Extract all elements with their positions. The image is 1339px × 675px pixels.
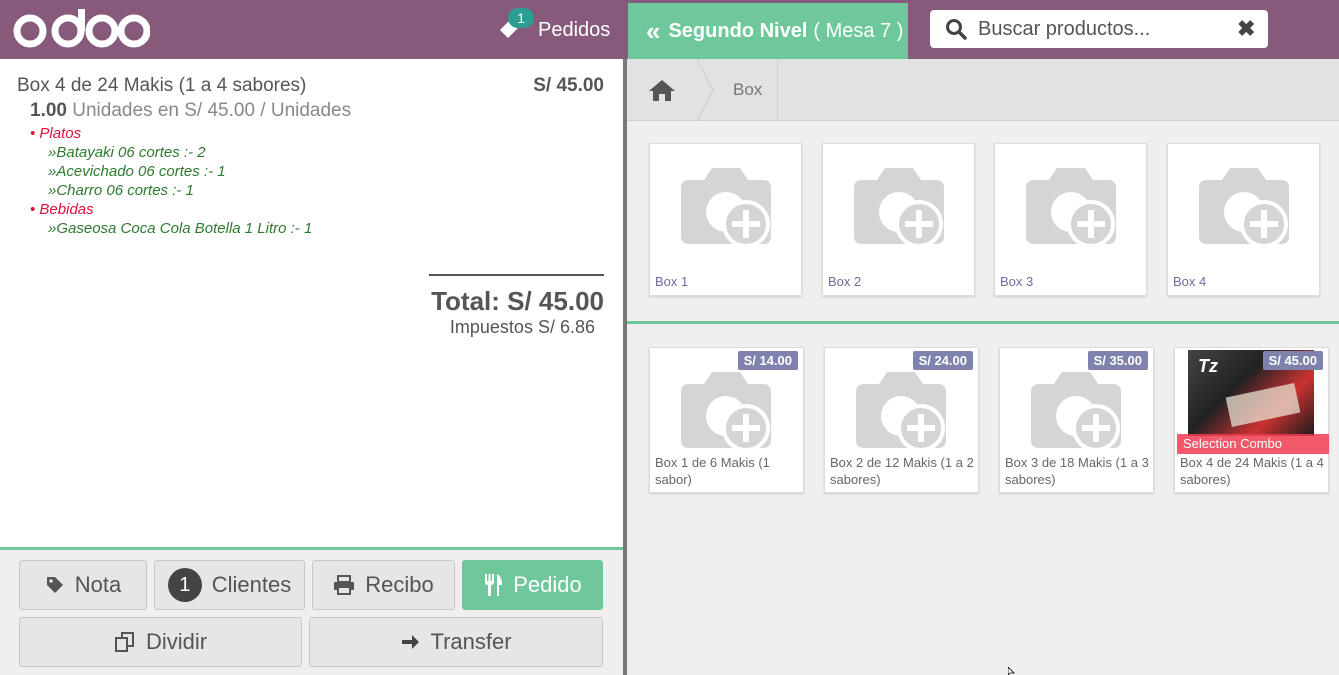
category-name: Box 4 (1173, 274, 1207, 289)
breadcrumb: Box (627, 59, 1339, 121)
transfer-button[interactable]: Transfer (309, 617, 603, 667)
order-submit-label: Pedido (513, 572, 582, 597)
home-icon (649, 80, 675, 101)
print-icon (334, 575, 355, 595)
product-name: Box 1 de 6 Makis (1 sabor) (655, 455, 770, 487)
receipt-button[interactable]: Recibo (312, 560, 455, 610)
floor-level: Segundo Nivel (668, 19, 808, 42)
combo-details: • Platos »Batayaki 06 cortes :- 2 »Acevi… (30, 124, 312, 238)
add-photo-icon (1026, 168, 1116, 248)
breadcrumb-divider (777, 59, 778, 121)
product-card[interactable]: S/ 14.00 Box 1 de 6 Makis (1 sabor) (649, 347, 804, 493)
breadcrumb-item-box[interactable]: Box (733, 59, 762, 121)
product-name: Box 4 de 24 Makis (1 a 4 sabores) (1180, 455, 1324, 487)
double-chevron-left-icon: « (646, 15, 661, 46)
clear-search-icon[interactable]: ✖ (1237, 16, 1255, 42)
product-search: ✖ (930, 10, 1268, 48)
product-card[interactable]: S/ 35.00 Box 3 de 18 Makis (1 a 3 sabore… (999, 347, 1154, 493)
floor-back-button[interactable]: « Segundo Nivel ( Mesa 7 ) (628, 3, 908, 59)
category-name: Box 3 (1000, 274, 1034, 289)
arrow-right-icon (402, 635, 420, 649)
tag-icon (46, 577, 63, 593)
mouse-cursor-icon (1008, 667, 1015, 675)
product-name: Box 2 de 12 Makis (1 a 2 sabores) (830, 455, 974, 487)
top-bar: 1 Pedidos « Segundo Nivel ( Mesa 7 ) ✖ (0, 0, 1339, 59)
add-photo-icon (681, 168, 771, 248)
combo-item: »Acevichado 06 cortes :- 1 (48, 163, 226, 180)
combo-item: »Charro 06 cortes :- 1 (48, 182, 194, 199)
pane-divider (623, 59, 627, 675)
search-input[interactable] (978, 17, 1233, 41)
order-taxes: Impuestos S/ 6.86 (449, 317, 595, 337)
table-label: ( Mesa 7 ) (813, 19, 904, 42)
ticket-icon: 1 (496, 8, 534, 44)
breadcrumb-home[interactable] (627, 59, 697, 121)
category-card[interactable]: Box 2 (822, 143, 975, 296)
customers-count: 1 (167, 568, 202, 602)
orderline-qty: 1.00 (30, 100, 67, 121)
add-photo-icon (854, 168, 944, 248)
split-label: Dividir (145, 629, 208, 654)
note-button[interactable]: Nota (19, 560, 147, 610)
control-buttons: Nota 1 Clientes Recibo Pedido Dividir Tr… (0, 547, 623, 675)
combo-category: • Platos (30, 125, 82, 142)
product-name: Box 3 de 18 Makis (1 a 3 sabores) (1005, 455, 1149, 487)
order-total: Total: S/ 45.00 (431, 286, 604, 316)
category-card[interactable]: Box 1 (649, 143, 802, 296)
utensils-icon (485, 574, 503, 596)
search-icon (946, 19, 967, 40)
product-price-tag: S/ 35.00 (1087, 351, 1148, 370)
orders-button[interactable]: 1 Pedidos (496, 8, 611, 50)
add-photo-icon (1031, 372, 1121, 452)
orderline-unit-info: Unidades en S/ 45.00 / Unidades (72, 100, 352, 121)
category-name: Box 1 (655, 274, 689, 289)
orderline-price: S/ 45.00 (533, 75, 604, 96)
transfer-label: Transfer (430, 629, 512, 654)
orders-count-badge: 1 (508, 8, 534, 28)
orderline-info: 1.00 Unidades en S/ 45.00 / Unidades (30, 100, 351, 122)
product-card[interactable]: Tz S/ 45.00 Selection Combo Box 4 de 24 … (1174, 347, 1329, 493)
breadcrumb-separator (696, 59, 714, 121)
add-photo-icon (1199, 168, 1289, 248)
order-submit-button[interactable]: Pedido (462, 560, 603, 610)
customers-button[interactable]: 1 Clientes (154, 560, 305, 610)
category-name: Box 2 (828, 274, 862, 289)
category-product-divider (627, 321, 1339, 324)
product-price-tag: S/ 24.00 (912, 351, 973, 370)
customers-label: Clientes (211, 572, 292, 597)
category-card[interactable]: Box 4 (1167, 143, 1320, 296)
combo-item: »Batayaki 06 cortes :- 2 (48, 144, 206, 161)
product-price-tag: S/ 14.00 (737, 351, 798, 370)
add-photo-icon (856, 372, 946, 452)
order-summary: Total: S/ 45.00 Impuestos S/ 6.86 (429, 274, 604, 338)
order-panel: Box 4 de 24 Makis (1 a 4 sabores) S/ 45.… (0, 59, 623, 675)
split-button[interactable]: Dividir (19, 617, 302, 667)
category-card[interactable]: Box 3 (994, 143, 1147, 296)
product-image-logo: Tz (1198, 356, 1218, 376)
copy-icon (114, 632, 134, 652)
combo-category: • Bebidas (30, 201, 94, 218)
note-label: Nota (74, 572, 122, 597)
receipt-label: Recibo (365, 572, 434, 597)
add-photo-icon (681, 372, 771, 452)
combo-item: »Gaseosa Coca Cola Botella 1 Litro :- 1 (48, 220, 313, 237)
orderline-name[interactable]: Box 4 de 24 Makis (1 a 4 sabores) (17, 75, 306, 97)
product-price-tag: S/ 45.00 (1262, 351, 1323, 370)
combo-ribbon: Selection Combo (1177, 434, 1329, 454)
sushi-tray (1225, 383, 1301, 427)
odoo-logo (13, 9, 150, 48)
product-card[interactable]: S/ 24.00 Box 2 de 12 Makis (1 a 2 sabore… (824, 347, 979, 493)
orders-label: Pedidos (538, 18, 611, 41)
